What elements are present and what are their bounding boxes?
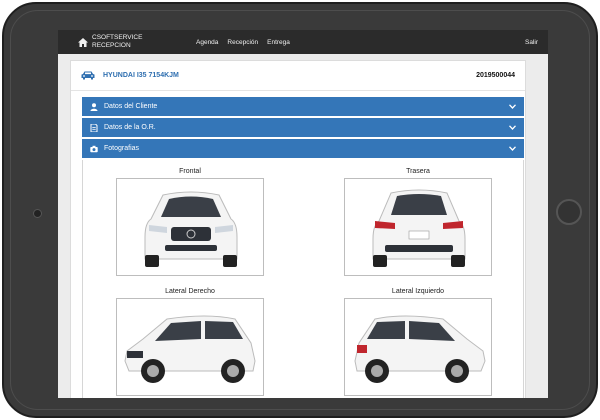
photo-title: Lateral Derecho — [165, 288, 215, 295]
vehicle-header: HYUNDAI I35 7154KJM 2019500044 — [71, 61, 525, 91]
photos-panel: Frontal Trasera Lateral Derecho Lateral … — [82, 160, 524, 398]
photo-side-left: Lateral Izquierdo — [344, 288, 492, 396]
photo-title: Lateral Izquierdo — [391, 288, 445, 295]
car-icon — [81, 71, 95, 80]
accordion: Datos del Cliente Datos de la O.R. Fotog… — [82, 97, 524, 398]
chevron-down-icon — [509, 125, 516, 130]
photo-front: Frontal — [116, 168, 264, 276]
app-screen: CSOFTSERVICE RECEPCION Agenda Recepción … — [58, 30, 548, 398]
photo-side-right-image[interactable] — [116, 298, 264, 396]
top-navbar: CSOFTSERVICE RECEPCION Agenda Recepción … — [58, 30, 548, 54]
brand-subtitle: RECEPCION — [92, 42, 131, 49]
main-panel: HYUNDAI I35 7154KJM 2019500044 Datos del… — [70, 60, 526, 398]
nav-links: Agenda Recepción Entrega — [196, 39, 525, 46]
home-icon — [78, 37, 88, 47]
photo-side-left-image[interactable] — [344, 298, 492, 396]
tablet-camera — [33, 209, 42, 218]
photo-rear-image[interactable] — [344, 178, 492, 276]
order-number: 2019500044 — [476, 72, 515, 79]
car-front-illustration — [144, 191, 238, 267]
section-label: Datos del Cliente — [104, 103, 158, 110]
section-header-cliente[interactable]: Datos del Cliente — [82, 97, 524, 116]
car-side-right-illustration — [124, 315, 256, 383]
section-header-fotografias[interactable]: Fotografias — [82, 139, 524, 158]
photo-front-image[interactable] — [116, 178, 264, 276]
chevron-down-icon — [509, 146, 516, 151]
tablet-home-button[interactable] — [556, 199, 582, 225]
vehicle-name: HYUNDAI I35 7154KJM — [103, 72, 179, 79]
document-icon — [90, 123, 98, 132]
photo-title: Trasera — [406, 168, 430, 175]
section-label: Datos de la O.R. — [104, 124, 156, 131]
camera-icon — [90, 145, 98, 152]
photo-side-right: Lateral Derecho — [116, 288, 264, 396]
chevron-down-icon — [509, 104, 516, 109]
user-icon — [90, 102, 98, 111]
brand[interactable]: CSOFTSERVICE RECEPCION — [78, 34, 196, 50]
photo-rear: Trasera — [344, 168, 492, 276]
nav-link-recepcion[interactable]: Recepción — [227, 39, 258, 46]
logout-link[interactable]: Salir — [525, 39, 538, 46]
photo-title: Frontal — [179, 168, 201, 175]
brand-name: CSOFTSERVICE — [92, 34, 143, 41]
car-side-left-illustration — [354, 315, 486, 383]
car-rear-illustration — [372, 189, 466, 267]
tablet-frame: CSOFTSERVICE RECEPCION Agenda Recepción … — [2, 2, 598, 418]
nav-link-entrega[interactable]: Entrega — [267, 39, 290, 46]
nav-link-agenda[interactable]: Agenda — [196, 39, 218, 46]
section-label: Fotografias — [104, 145, 140, 152]
section-header-or[interactable]: Datos de la O.R. — [82, 118, 524, 137]
